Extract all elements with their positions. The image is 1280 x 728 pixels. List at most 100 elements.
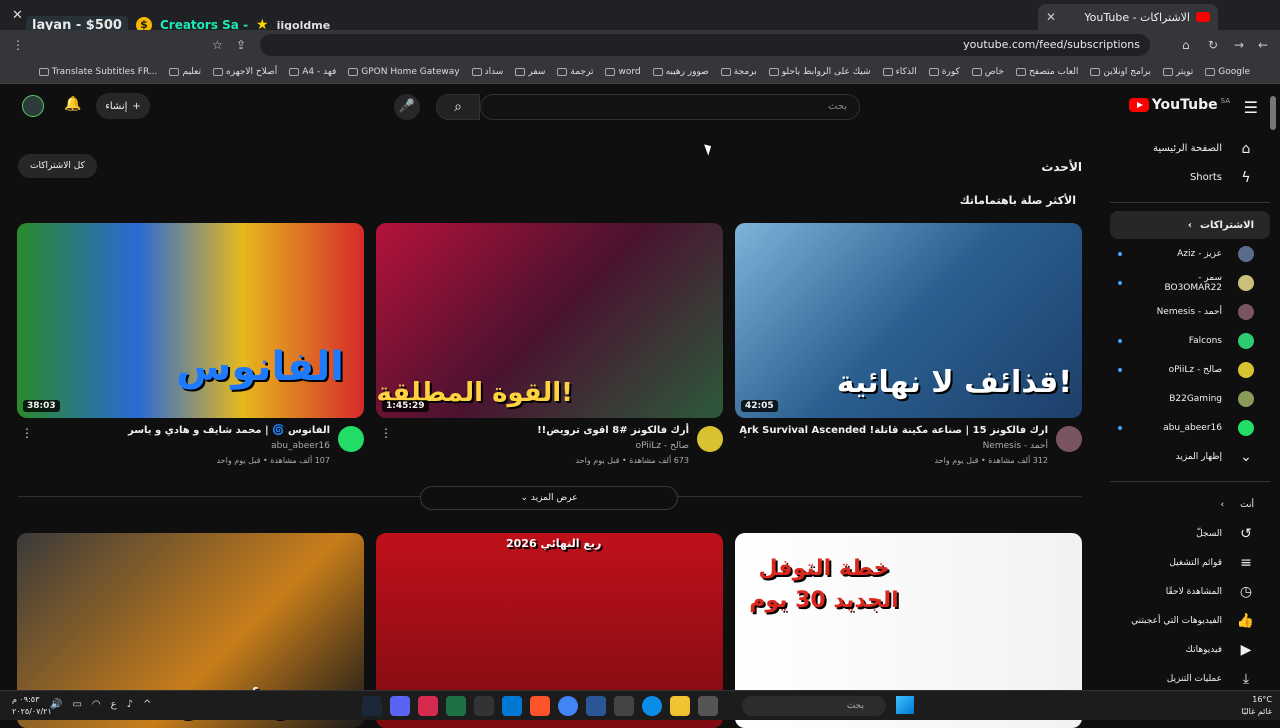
chrome-icon[interactable] xyxy=(558,696,578,716)
show-more-subscriptions[interactable]: ⌄ إظهار المزيد xyxy=(1110,442,1270,471)
hamburger-menu-icon[interactable]: ☰ xyxy=(1244,98,1258,117)
bookmark-item[interactable]: العاب متصفح xyxy=(1015,67,1078,77)
bookmark-item[interactable]: شيك على الروابط باحلو xyxy=(768,67,871,77)
sidebar-channel[interactable]: أحمد - Nemesis xyxy=(1110,297,1270,326)
bookmark-item[interactable]: سفر xyxy=(515,67,545,77)
word-icon[interactable] xyxy=(586,696,606,716)
channel-name[interactable]: أحمد - Nemesis xyxy=(983,441,1048,451)
bookmark-item[interactable]: أصلاح الاجهزه xyxy=(213,67,277,77)
url-field[interactable]: youtube.com/feed/subscriptions xyxy=(260,34,1150,56)
volume-icon[interactable]: 🔊 xyxy=(50,699,62,710)
show-more-button[interactable]: ⌄ عرض المزيد xyxy=(420,486,678,510)
weather-widget[interactable]: 16°C غائم غالبًا xyxy=(1241,694,1272,718)
bookmark-item[interactable]: A4 - فهد xyxy=(289,67,336,77)
bookmark-item[interactable]: ترجمة xyxy=(557,67,593,77)
excel-icon[interactable] xyxy=(446,696,466,716)
discord-icon[interactable] xyxy=(390,696,410,716)
bookmark-item[interactable]: word xyxy=(605,67,641,77)
search-input[interactable]: بحث xyxy=(480,94,860,120)
bookmark-item[interactable]: تعليم xyxy=(169,67,201,77)
home-icon[interactable]: ⌂ xyxy=(1182,38,1190,52)
chevron-up-icon[interactable]: ^ xyxy=(143,699,151,710)
sidebar-item-subscriptions[interactable]: الاشتراكات › xyxy=(1110,211,1270,239)
sidebar-item-home[interactable]: ⌂ الصفحة الرئيسية xyxy=(1110,134,1270,163)
bookmark-item[interactable]: GPON Home Gateway xyxy=(348,67,460,77)
channel-avatar[interactable] xyxy=(338,426,364,452)
video-card[interactable]: الفانوس 38:03 الفانوس 🌀 | محمد شايف و ها… xyxy=(17,223,364,468)
explorer-icon[interactable] xyxy=(670,696,690,716)
battery-icon[interactable]: ▭ xyxy=(72,699,81,710)
search-button[interactable]: ⌕ xyxy=(436,94,480,120)
channel-avatar[interactable] xyxy=(697,426,723,452)
bookmark-item[interactable]: برمجة xyxy=(720,67,757,77)
more-actions-icon[interactable]: ⋮ xyxy=(380,426,392,440)
app-icon[interactable] xyxy=(418,696,438,716)
language-icon[interactable]: ع xyxy=(111,699,117,710)
tab-subscriptions[interactable]: الاشتراكات - YouTube ✕ xyxy=(1038,4,1218,30)
channel-avatar[interactable] xyxy=(1056,426,1082,452)
sidebar-channel[interactable]: B22Gaming xyxy=(1110,384,1270,413)
sidebar-item-playlists[interactable]: ≡ قوائم التشغيل xyxy=(1110,548,1270,577)
taskbar-clock[interactable]: ٠٩:٥٣ م ٢٠٢٥/٠٧/٢١ xyxy=(12,694,52,718)
sidebar-channel[interactable]: سمر - BO3OMAR22 xyxy=(1110,268,1270,297)
sidebar-channel[interactable]: صالح - oPiiLz xyxy=(1110,355,1270,384)
store-icon[interactable] xyxy=(614,696,634,716)
edge-icon[interactable] xyxy=(642,696,662,716)
sidebar-channel[interactable]: abu_abeer16 xyxy=(1110,413,1270,442)
obs-icon[interactable] xyxy=(474,696,494,716)
more-actions-icon[interactable]: ⋮ xyxy=(21,426,33,440)
sidebar-item-download[interactable]: ⤓ عمليات التنزيل xyxy=(1110,664,1270,693)
page-scrollbar[interactable] xyxy=(1270,96,1276,130)
brave-icon[interactable] xyxy=(530,696,550,716)
sidebar-item-your-videos[interactable]: ▶ فيديوهاتك xyxy=(1110,635,1270,664)
steam-icon[interactable] xyxy=(362,696,382,716)
share-icon[interactable]: ⇪ xyxy=(236,38,246,52)
video-title[interactable]: الفانوس 🌀 | محمد شايف و هادي و ياسر xyxy=(128,425,330,436)
video-thumbnail[interactable]: الفانوس 38:03 xyxy=(17,223,364,418)
bookmark-item[interactable]: كورة xyxy=(928,67,960,77)
notifications-icon[interactable]: 🔔 xyxy=(64,96,81,112)
video-title[interactable]: أرك فالكونز #8 اقوى ترويض!! xyxy=(537,425,689,436)
bookmark-item[interactable]: الذكاء xyxy=(882,67,917,77)
mic-tray-icon[interactable]: ♪ xyxy=(127,699,133,710)
sidebar-channel[interactable]: Falcons xyxy=(1110,326,1270,355)
sidebar-item-watch-later[interactable]: ◷ المشاهدة لاحقًا xyxy=(1110,577,1270,606)
close-window-icon[interactable]: ✕ xyxy=(12,8,23,23)
video-card[interactable]: قذائف لا نهائية! 42:05 ارك فالكونز 15 | … xyxy=(735,223,1082,468)
create-button[interactable]: إنشاء + xyxy=(96,93,150,119)
channel-name[interactable]: abu_abeer16 xyxy=(271,441,330,451)
menu-dots-icon[interactable]: ⋮ xyxy=(12,38,24,52)
video-title[interactable]: ارك فالكونز 15 | صناعة مكينة قاتلة! Ark … xyxy=(739,425,1048,436)
channel-name[interactable]: صالح - oPiiLz xyxy=(636,441,689,451)
bookmark-item[interactable]: سداد xyxy=(471,67,503,77)
sidebar-channel[interactable]: عزيز - Aziz xyxy=(1110,239,1270,268)
bookmark-item[interactable]: برامج اونلاين xyxy=(1090,67,1151,77)
bookmark-item[interactable]: خاص xyxy=(971,67,1004,77)
bookmark-item[interactable]: Translate Subtitles FR... xyxy=(38,67,157,77)
sidebar-item-shorts[interactable]: ϟ Shorts xyxy=(1110,163,1270,192)
bookmark-star-icon[interactable]: ☆ xyxy=(212,38,223,52)
account-avatar[interactable] xyxy=(22,95,44,117)
all-subscriptions-button[interactable]: كل الاشتراكات xyxy=(18,154,97,178)
close-tab-icon[interactable]: ✕ xyxy=(1046,10,1056,24)
bookmark-item[interactable]: صوور رهيبه xyxy=(652,67,709,77)
more-actions-icon[interactable]: ⋮ xyxy=(739,426,751,440)
sidebar-item-you[interactable]: أنت › xyxy=(1110,490,1270,519)
bookmark-item[interactable]: Google xyxy=(1205,67,1250,77)
sidebar-item-like[interactable]: 👍 الفيديوهات التي أعجبتني xyxy=(1110,606,1270,635)
sidebar-item-history[interactable]: ↺ السجلّ xyxy=(1110,519,1270,548)
video-thumbnail[interactable]: القوة المطلقة! 1:45:29 xyxy=(376,223,723,418)
windows-start-icon[interactable] xyxy=(896,696,914,714)
video-thumbnail[interactable]: قذائف لا نهائية! 42:05 xyxy=(735,223,1082,418)
taskview-icon[interactable] xyxy=(698,696,718,716)
video-card[interactable]: القوة المطلقة! 1:45:29 أرك فالكونز #8 اق… xyxy=(376,223,723,468)
voice-search-icon[interactable]: 🎤 xyxy=(394,94,420,120)
youtube-logo[interactable]: YouTube SA xyxy=(1128,97,1230,113)
reload-icon[interactable]: ↻ xyxy=(1208,38,1218,52)
back-icon[interactable]: ← xyxy=(1258,38,1268,52)
bookmark-item[interactable]: تويتر xyxy=(1162,67,1193,77)
wifi-icon[interactable]: ◠ xyxy=(92,699,101,710)
taskbar-search-input[interactable]: بحث xyxy=(742,696,886,716)
mail-icon[interactable] xyxy=(502,696,522,716)
forward-icon[interactable]: → xyxy=(1234,38,1244,52)
